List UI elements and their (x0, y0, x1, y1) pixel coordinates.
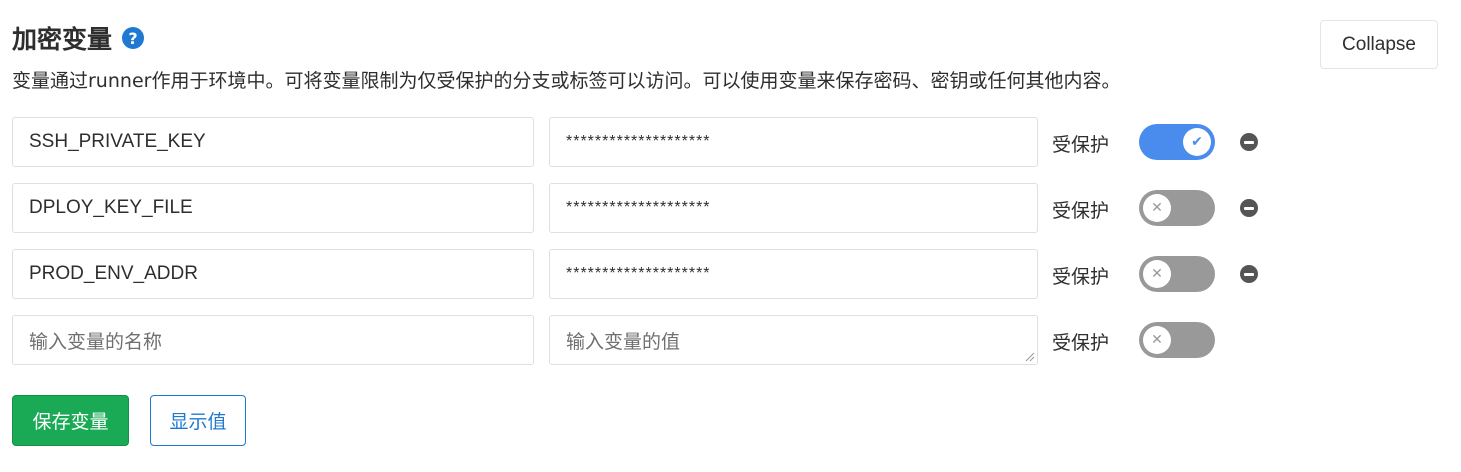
remove-variable-icon[interactable] (1240, 133, 1258, 151)
variable-value-input[interactable]: ******************** (549, 249, 1038, 299)
close-icon: ✕ (1143, 260, 1171, 288)
section-title: 加密变量 ? (12, 20, 145, 56)
protected-toggle[interactable]: ✕ (1139, 322, 1215, 358)
protected-toggle[interactable]: ✕ (1139, 256, 1215, 292)
new-variable-value-input[interactable]: 输入变量的值 (549, 315, 1038, 365)
close-icon: ✕ (1143, 326, 1171, 354)
reveal-values-button[interactable]: 显示值 (150, 395, 246, 446)
save-variables-button[interactable]: 保存变量 (12, 395, 129, 446)
new-variable-row: 输入变量的名称 输入变量的值 受保护 ✕ (12, 315, 1312, 365)
variable-key-input[interactable]: SSH_PRIVATE_KEY (12, 117, 534, 167)
variable-row: DPLOY_KEY_FILE ******************** 受保护 … (12, 183, 1312, 233)
check-icon: ✔ (1183, 128, 1211, 156)
protected-toggle[interactable]: ✕ (1139, 190, 1215, 226)
variable-key-input[interactable]: DPLOY_KEY_FILE (12, 183, 534, 233)
close-icon: ✕ (1143, 194, 1171, 222)
protected-label: 受保护 (1052, 134, 1110, 156)
variable-key-input[interactable]: PROD_ENV_ADDR (12, 249, 534, 299)
remove-variable-icon[interactable] (1240, 265, 1258, 283)
remove-variable-icon[interactable] (1240, 199, 1258, 217)
protected-label: 受保护 (1052, 200, 1110, 222)
new-variable-key-input[interactable]: 输入变量的名称 (12, 315, 534, 365)
new-variable-value-placeholder: 输入变量的值 (566, 331, 681, 353)
protected-label: 受保护 (1052, 332, 1110, 354)
variable-row: SSH_PRIVATE_KEY ******************** 受保护… (12, 117, 1312, 167)
protected-toggle[interactable]: ✔ (1139, 124, 1215, 160)
question-circle-icon[interactable]: ? (122, 27, 145, 49)
section-title-text: 加密变量 (12, 25, 113, 54)
variable-value-input[interactable]: ******************** (549, 183, 1038, 233)
collapse-button[interactable]: Collapse (1320, 20, 1438, 69)
resize-grip-icon[interactable] (1025, 352, 1035, 362)
section-description: 变量通过runner作用于环境中。可将变量限制为仅受保护的分支或标签可以访问。可… (12, 70, 1121, 92)
variable-value-input[interactable]: ******************** (549, 117, 1038, 167)
variable-row: PROD_ENV_ADDR ******************** 受保护 ✕ (12, 249, 1312, 299)
protected-label: 受保护 (1052, 266, 1110, 288)
